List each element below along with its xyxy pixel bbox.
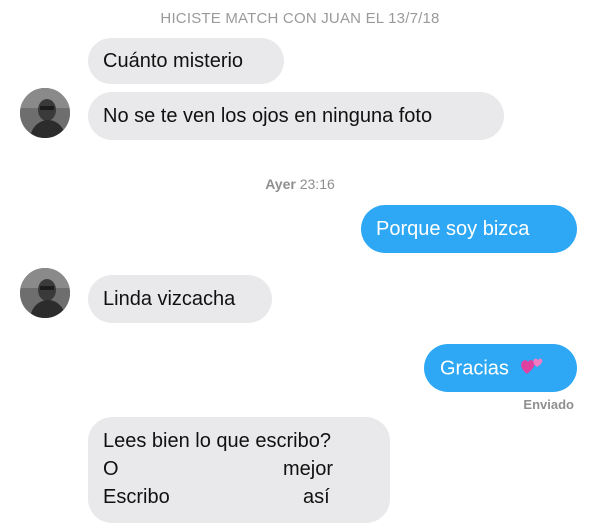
message-text: Cuánto misterio bbox=[103, 50, 244, 72]
delivery-status: Enviado bbox=[523, 397, 574, 412]
message-text: Porque soy bizca bbox=[376, 218, 530, 240]
match-header: HICISTE MATCH CON JUAN EL 13/7/18 bbox=[160, 10, 440, 27]
match-avatar[interactable] bbox=[20, 88, 70, 138]
incoming-message-bubble[interactable]: Lees bien lo que escribo? O mejor Escrib… bbox=[88, 417, 390, 523]
message-line: Lees bien lo que escribo? bbox=[103, 430, 331, 452]
message-line: mejor bbox=[283, 458, 334, 480]
message-text: Gracias bbox=[440, 357, 509, 380]
two-hearts-icon bbox=[520, 356, 544, 382]
profile-photo-icon bbox=[20, 268, 70, 318]
incoming-message-bubble[interactable]: Linda vizcacha bbox=[88, 275, 272, 323]
match-avatar[interactable] bbox=[20, 268, 70, 318]
profile-photo-icon bbox=[20, 88, 70, 138]
message-timestamp: Ayer 23:16 bbox=[0, 176, 600, 192]
message-line: así bbox=[303, 486, 330, 508]
message-text: No se te ven los ojos en ninguna foto bbox=[103, 105, 433, 127]
incoming-message-bubble[interactable]: Cuánto misterio bbox=[88, 38, 284, 84]
outgoing-message-bubble[interactable]: Gracias bbox=[424, 344, 577, 392]
message-text: Linda vizcacha bbox=[103, 288, 236, 310]
outgoing-message-bubble[interactable]: Porque soy bizca bbox=[361, 205, 577, 253]
timestamp-day: Ayer bbox=[265, 176, 296, 192]
message-text-grid: Lees bien lo que escribo? O mejor Escrib… bbox=[103, 429, 375, 509]
message-line: Escribo bbox=[103, 486, 170, 508]
timestamp-time: 23:16 bbox=[299, 176, 335, 192]
incoming-message-bubble[interactable]: No se te ven los ojos en ninguna foto bbox=[88, 92, 504, 140]
message-line: O bbox=[103, 458, 119, 480]
